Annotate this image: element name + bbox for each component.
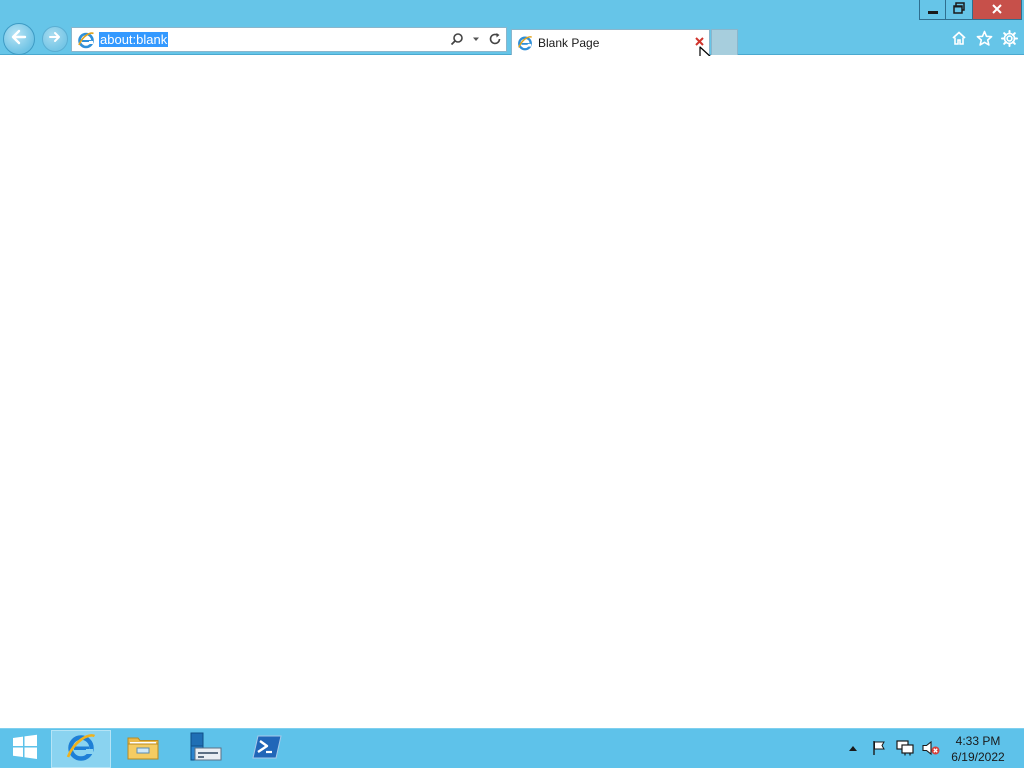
new-tab-button[interactable]: [711, 29, 738, 55]
taskbar-file-explorer[interactable]: [113, 730, 173, 768]
dropdown-chevron-icon[interactable]: [469, 31, 483, 47]
search-icon[interactable]: [450, 31, 464, 47]
restore-button[interactable]: [946, 0, 973, 19]
action-center-flag-icon[interactable]: [870, 739, 888, 757]
browser-chrome: about:blank Blank Page: [0, 0, 1024, 55]
minimize-icon: [927, 11, 938, 14]
volume-muted-icon[interactable]: [922, 739, 940, 757]
favorites-star-icon[interactable]: [975, 29, 993, 47]
internet-explorer-icon: [517, 35, 533, 51]
taskbar-internet-explorer[interactable]: [51, 730, 111, 768]
home-icon[interactable]: [950, 29, 968, 47]
file-explorer-icon: [126, 732, 160, 767]
windows-start-icon: [12, 734, 38, 765]
system-tray: [844, 739, 940, 757]
minimize-button[interactable]: [920, 0, 946, 19]
tab-blank-page[interactable]: Blank Page: [511, 29, 710, 55]
taskbar: 4:33 PM 6/19/2022: [0, 728, 1024, 768]
tab-title: Blank Page: [538, 35, 600, 50]
close-button[interactable]: [973, 0, 1021, 19]
forward-arrow-icon: [47, 29, 63, 50]
internet-explorer-icon: [77, 31, 95, 49]
back-arrow-icon: [9, 27, 29, 52]
forward-button[interactable]: [42, 26, 68, 52]
show-hidden-icons-arrow[interactable]: [844, 739, 862, 757]
taskbar-clock[interactable]: 4:33 PM 6/19/2022: [948, 733, 1008, 765]
taskbar-powershell[interactable]: [237, 730, 297, 768]
close-icon: [992, 3, 1002, 17]
internet-explorer-icon: [65, 731, 97, 768]
server-manager-icon: [188, 730, 222, 768]
command-icons: [950, 29, 1018, 47]
page-content-area[interactable]: [0, 56, 1024, 728]
address-url-text[interactable]: about:blank: [99, 32, 169, 47]
start-button[interactable]: [0, 730, 50, 768]
clock-time: 4:33 PM: [955, 734, 1001, 748]
address-tools: [450, 31, 502, 47]
powershell-icon: [252, 734, 282, 765]
address-bar[interactable]: about:blank: [71, 27, 507, 52]
refresh-icon[interactable]: [488, 31, 502, 47]
restore-icon: [953, 2, 965, 17]
taskbar-server-manager[interactable]: [175, 730, 235, 768]
settings-gear-icon[interactable]: [1000, 29, 1018, 47]
clock-date: 6/19/2022: [951, 750, 1005, 764]
network-icon[interactable]: [896, 739, 914, 757]
back-button[interactable]: [3, 23, 35, 55]
window-controls: [919, 0, 1022, 20]
